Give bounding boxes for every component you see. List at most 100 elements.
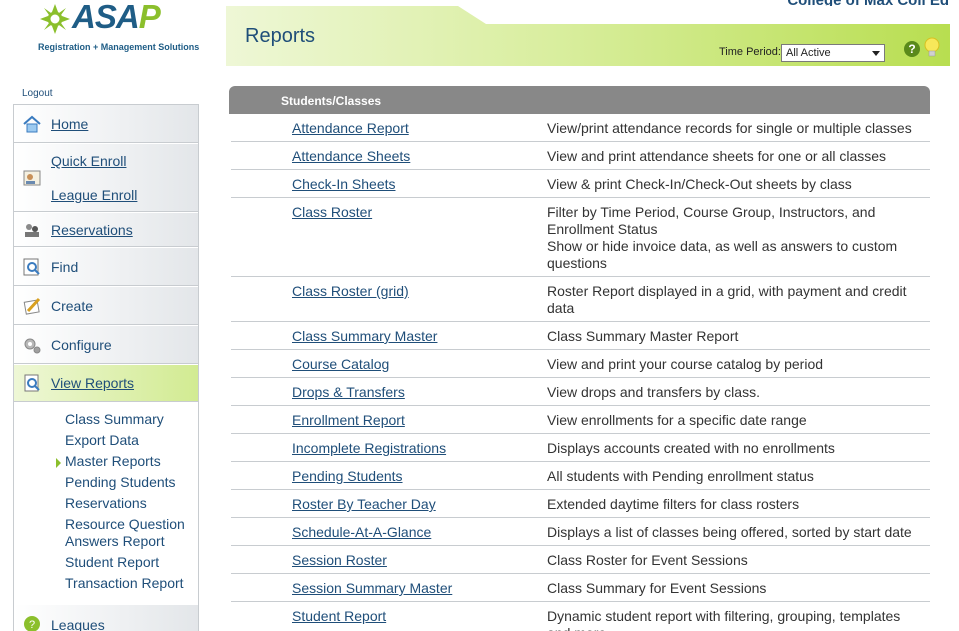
table-row: Enrollment Report View enrollments for a… — [231, 406, 930, 434]
sidebar-item-label: Home — [51, 116, 89, 132]
table-row: Schedule-At-A-Glance Displays a list of … — [231, 518, 930, 546]
report-link[interactable]: Schedule-At-A-Glance — [292, 524, 431, 540]
report-link[interactable]: Class Roster (grid) — [292, 283, 409, 299]
sidebar-item-league-enroll[interactable]: League Enroll — [51, 187, 137, 203]
sidebar-item-create[interactable]: Create — [14, 287, 198, 325]
sidebar-item-configure[interactable]: Configure — [14, 326, 198, 364]
table-row: Class Roster (grid) Roster Report displa… — [231, 277, 930, 322]
sidebar-item-label: Reservations — [51, 222, 133, 238]
report-link[interactable]: Check-In Sheets — [292, 176, 396, 192]
submenu-item-student-report[interactable]: Student Report — [65, 554, 159, 571]
chevron-down-icon — [872, 51, 880, 56]
sidebar-item-label: View Reports — [51, 375, 135, 391]
reservations-icon — [25, 224, 39, 237]
report-link[interactable]: Class Roster — [292, 204, 372, 220]
table-row: Class Summary Master Class Summary Maste… — [231, 322, 930, 350]
submenu-item-master-reports[interactable]: Master Reports — [65, 453, 161, 470]
table-row: Check-In Sheets View & print Check-In/Ch… — [231, 170, 930, 198]
sidebar-item-home[interactable]: Home — [14, 105, 198, 143]
table-row: Session Roster Class Roster for Event Se… — [231, 546, 930, 574]
table-row: Class Roster Filter by Time Period, Cour… — [231, 198, 930, 277]
report-link[interactable]: Student Report — [292, 608, 386, 624]
enroll-icon — [23, 170, 41, 186]
sidebar: Home Quick Enroll League Enroll Reservat… — [13, 104, 199, 631]
sidebar-item-view-reports[interactable]: View Reports — [14, 365, 198, 402]
create-icon — [23, 297, 41, 315]
table-row: Incomplete Registrations Displays accoun… — [231, 434, 930, 462]
report-description: Dynamic student report with filtering, g… — [547, 608, 901, 631]
report-description: Class Summary for Event Sessions — [547, 580, 767, 596]
report-link[interactable]: Enrollment Report — [292, 412, 405, 428]
report-description: Filter by Time Period, Course Group, Ins… — [547, 204, 898, 271]
report-description: Displays accounts created with no enroll… — [547, 440, 835, 456]
report-link[interactable]: Session Summary Master — [292, 580, 452, 596]
submenu-item-pending-students[interactable]: Pending Students — [65, 474, 176, 491]
report-description: Displays a list of classes being offered… — [547, 524, 912, 540]
logo-wordmark: ASAP — [72, 0, 161, 35]
sidebar-item-label: Find — [51, 259, 79, 275]
lightbulb-icon[interactable] — [924, 37, 940, 61]
home-icon — [23, 115, 41, 133]
table-row: Pending Students All students with Pendi… — [231, 462, 930, 490]
report-description: View & print Check-In/Check-Out sheets b… — [547, 176, 852, 192]
report-description: Class Roster for Event Sessions — [547, 552, 748, 568]
report-link[interactable]: Course Catalog — [292, 356, 389, 372]
report-description: View and print attendance sheets for one… — [547, 148, 887, 164]
reports-icon — [24, 374, 40, 392]
submenu-item-reservations[interactable]: Reservations — [65, 495, 147, 512]
submenu-item-answers-report[interactable]: Answers Report — [65, 533, 165, 550]
sidebar-item-label: Leagues — [51, 617, 105, 631]
current-item-arrow-icon — [56, 458, 61, 468]
sidebar-item-reservations[interactable]: Reservations — [14, 213, 198, 247]
submenu-item-class-summary[interactable]: Class Summary — [65, 411, 164, 428]
page-title: Reports — [245, 25, 316, 47]
report-description: View enrollments for a specific date ran… — [547, 412, 807, 428]
find-icon — [23, 258, 40, 276]
leagues-icon: ? — [24, 616, 40, 631]
report-link[interactable]: Session Roster — [292, 552, 387, 568]
table-row: Course Catalog View and print your cours… — [231, 350, 930, 378]
svg-text:?: ? — [29, 619, 35, 631]
table-row: Roster By Teacher Day Extended daytime f… — [231, 490, 930, 518]
report-description: View and print your course catalog by pe… — [547, 356, 824, 372]
reports-submenu: Class Summary Export Data Master Reports… — [14, 402, 198, 602]
submenu-item-resource-question[interactable]: Resource Question — [65, 516, 185, 533]
submenu-item-export-data[interactable]: Export Data — [65, 432, 139, 449]
submenu-item-transaction-report[interactable]: Transaction Report — [65, 575, 184, 592]
report-link[interactable]: Drops & Transfers — [292, 384, 405, 400]
report-link[interactable]: Class Summary Master — [292, 328, 437, 344]
asap-logo: ASAP Registration + Management Solutions — [38, 0, 199, 58]
table-row: Session Summary Master Class Summary for… — [231, 574, 930, 602]
report-link[interactable]: Attendance Sheets — [292, 148, 410, 164]
logo-tagline: Registration + Management Solutions — [38, 42, 200, 52]
time-period-select[interactable]: All Active — [781, 44, 885, 62]
logo-mark-icon — [40, 4, 70, 34]
sidebar-item-quick-enroll[interactable]: Quick Enroll — [51, 153, 126, 169]
page-header: Reports Time Period: All Active ? — [226, 6, 950, 66]
logout-link[interactable]: Logout — [22, 88, 53, 99]
report-link[interactable]: Roster By Teacher Day — [292, 496, 436, 512]
report-link[interactable]: Pending Students — [292, 468, 403, 484]
time-period-label: Time Period: — [719, 46, 781, 58]
help-icon[interactable]: ? — [904, 41, 920, 57]
table-row: Student Report Dynamic student report wi… — [231, 602, 930, 631]
table-row: Drops & Transfers View drops and transfe… — [231, 378, 930, 406]
report-link[interactable]: Attendance Report — [292, 120, 409, 136]
table-row: Attendance Report View/print attendance … — [231, 114, 930, 142]
section-title: Students/Classes — [281, 94, 382, 108]
sidebar-item-find[interactable]: Find — [14, 248, 198, 286]
sidebar-group-enroll: Quick Enroll League Enroll — [14, 144, 198, 212]
sidebar-item-label: Configure — [51, 337, 112, 353]
sidebar-item-label: Create — [51, 298, 94, 314]
report-description: View drops and transfers by class. — [547, 384, 760, 400]
report-description: Class Summary Master Report — [547, 328, 739, 344]
report-description: All students with Pending enrollment sta… — [547, 468, 814, 484]
sidebar-item-leagues[interactable]: ? Leagues — [14, 605, 198, 631]
report-description: View/print attendance records for single… — [547, 120, 912, 136]
report-description: Extended daytime filters for class roste… — [547, 496, 800, 512]
table-row: Attendance Sheets View and print attenda… — [231, 142, 930, 170]
report-link[interactable]: Incomplete Registrations — [292, 440, 446, 456]
time-period-value: All Active — [786, 47, 831, 59]
report-description: Roster Report displayed in a grid, with … — [547, 283, 907, 316]
configure-icon — [24, 338, 41, 354]
